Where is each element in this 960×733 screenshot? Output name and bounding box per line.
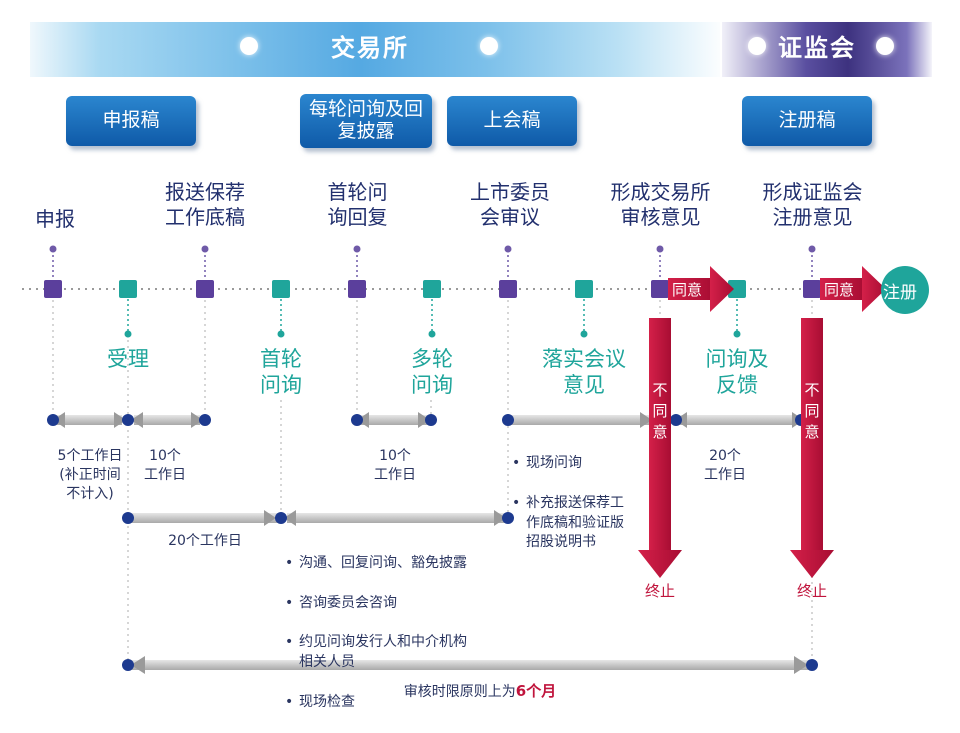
review-time-limit: 审核时限原则上为6个月 (300, 680, 660, 701)
stage-inquiry-feedback: 问询及 反馈 (705, 347, 769, 398)
committee-bullets: 现场问询 补充报送保荐工 作底稿和验证版 招股说明书 (512, 434, 652, 573)
terminate-label-2: 终止 (796, 582, 827, 600)
stage-accept: 受理 (107, 347, 149, 371)
duration-20-days-a: 20个工作日 (168, 533, 242, 549)
disagree-label-2: 不 同 意 (804, 381, 820, 441)
disagree-label-1: 不 同 意 (652, 381, 668, 441)
list-item: 现场问询 (512, 454, 652, 474)
duration-10-days-b: 10个 工作日 (374, 448, 416, 483)
time-limit-text: 审核时限原则上为 (403, 684, 516, 700)
time-limit-highlight: 6个月 (515, 682, 557, 700)
stage-first-inquiry: 首轮 问询 (260, 347, 302, 398)
duration-10-days-a: 10个 工作日 (144, 448, 186, 483)
agree-label-1: 同意 (672, 281, 703, 299)
list-item: 咨询委员会咨询 (285, 594, 515, 614)
review-process-diagram: 交易所 证监会 申报稿 每轮问询及回复披露 上会稿 注册稿 申报 报送保荐 工作… (0, 0, 960, 720)
register-label: 注册 (883, 283, 917, 303)
stage-multi-inquiry: 多轮 问询 (411, 347, 453, 398)
inquiry-bullets: 沟通、回复问询、豁免披露 咨询委员会咨询 约见问询发行人和中介机构 相关人员 现… (285, 534, 515, 733)
duration-20-days-b: 20个 工作日 (704, 448, 746, 483)
terminate-label-1: 终止 (644, 582, 675, 600)
stage-implement-opinion: 落实会议 意见 (542, 347, 626, 398)
list-item: 沟通、回复问询、豁免披露 (285, 554, 515, 574)
agree-label-2: 同意 (824, 281, 855, 299)
list-item: 约见问询发行人和中介机构 相关人员 (285, 633, 515, 673)
list-item: 补充报送保荐工 作底稿和验证版 招股说明书 (512, 494, 652, 554)
